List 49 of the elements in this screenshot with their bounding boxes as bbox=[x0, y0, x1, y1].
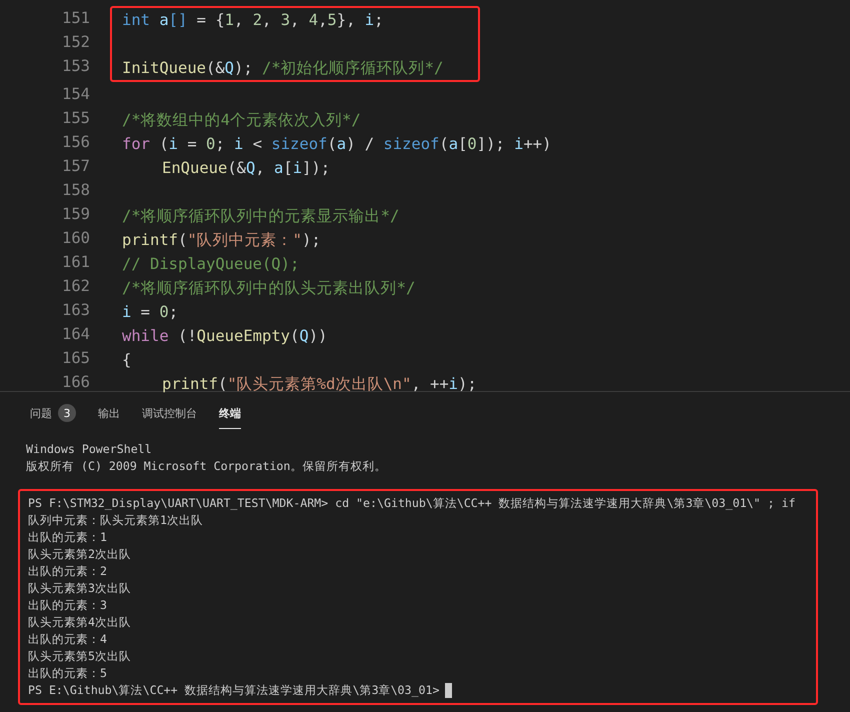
line-number: 154 bbox=[61, 84, 91, 105]
line-number: 152 bbox=[61, 32, 91, 53]
line-number: 161 bbox=[61, 252, 91, 273]
terminal-line: 队列中元素：队头元素第1次出队 bbox=[28, 512, 204, 529]
code-line: int a[] = {1, 2, 3, 4,5}, i; bbox=[122, 11, 384, 29]
line-number: 160 bbox=[61, 228, 91, 249]
line-number: 165 bbox=[61, 348, 91, 369]
code-line: EnQueue(&Q, a[i]); bbox=[162, 159, 330, 177]
code-line: printf("队列中元素："); bbox=[122, 231, 321, 249]
line-number: 151 bbox=[61, 8, 91, 29]
count-badge: 3 bbox=[58, 404, 76, 422]
terminal-line: 版权所有 (C) 2009 Microsoft Corporation。保留所有权利。 bbox=[26, 458, 388, 475]
line-number: 155 bbox=[61, 108, 91, 129]
panel-tab[interactable]: 问题 3 bbox=[30, 400, 76, 429]
line-number: 159 bbox=[61, 204, 91, 225]
panel-tab[interactable]: 输出 bbox=[98, 400, 120, 429]
terminal-line: 出队的元素：3 bbox=[28, 597, 108, 614]
code-line: { bbox=[122, 351, 132, 369]
panel-tab[interactable]: 终端 bbox=[219, 400, 241, 429]
line-number: 162 bbox=[61, 276, 91, 297]
panel-tab[interactable]: 调试控制台 bbox=[142, 400, 197, 429]
terminal-line: 队头元素第5次出队 bbox=[28, 648, 132, 665]
terminal-line: 出队的元素：1 bbox=[28, 529, 108, 546]
terminal-line: 出队的元素：5 bbox=[28, 665, 108, 682]
code-line: for (i = 0; i < sizeof(a) / sizeof(a[0]); i++) bbox=[122, 135, 552, 153]
terminal-line: Windows PowerShell bbox=[26, 441, 153, 458]
line-number: 157 bbox=[61, 156, 91, 177]
text-cursor bbox=[445, 683, 452, 698]
line-number: 156 bbox=[61, 132, 91, 153]
line-number: 153 bbox=[61, 56, 91, 77]
line-number: 163 bbox=[61, 300, 91, 321]
terminal-line: 队头元素第2次出队 bbox=[28, 546, 132, 563]
code-line: printf("队头元素第%d次出队\n", ++i); bbox=[162, 375, 477, 393]
code-line: while (!QueueEmpty(Q)) bbox=[122, 327, 328, 345]
line-number: 166 bbox=[61, 372, 91, 393]
code-line: /*将数组中的4个元素依次入列*/ bbox=[122, 111, 361, 129]
code-line: // DisplayQueue(Q); bbox=[122, 255, 300, 273]
line-number: 164 bbox=[61, 324, 91, 345]
terminal-line: 出队的元素：4 bbox=[28, 631, 108, 648]
terminal-line: 出队的元素：2 bbox=[28, 563, 108, 580]
terminal-prompt: PS E:\Github\算法\CC++ 数据结构与算法速学速用大辞典\第3章\03_01> bbox=[28, 682, 440, 699]
code-line: InitQueue(&Q); /*初始化顺序循环队列*/ bbox=[122, 59, 444, 77]
code-line: /*将顺序循环队列中的队头元素出队列*/ bbox=[122, 279, 416, 297]
terminal-line: 队头元素第4次出队 bbox=[28, 614, 132, 631]
code-line: i = 0; bbox=[122, 303, 178, 321]
line-number: 158 bbox=[61, 180, 91, 201]
terminal-line: 队头元素第3次出队 bbox=[28, 580, 132, 597]
terminal-line: PS F:\STM32_Display\UART\UART_TEST\MDK-ARM> cd "e:\Github\算法\CC++ 数据结构与算法速学速用大辞典\第3章\03_01\" ; if bbox=[28, 495, 796, 512]
code-line: /*将顺序循环队列中的元素显示输出*/ bbox=[122, 207, 400, 225]
